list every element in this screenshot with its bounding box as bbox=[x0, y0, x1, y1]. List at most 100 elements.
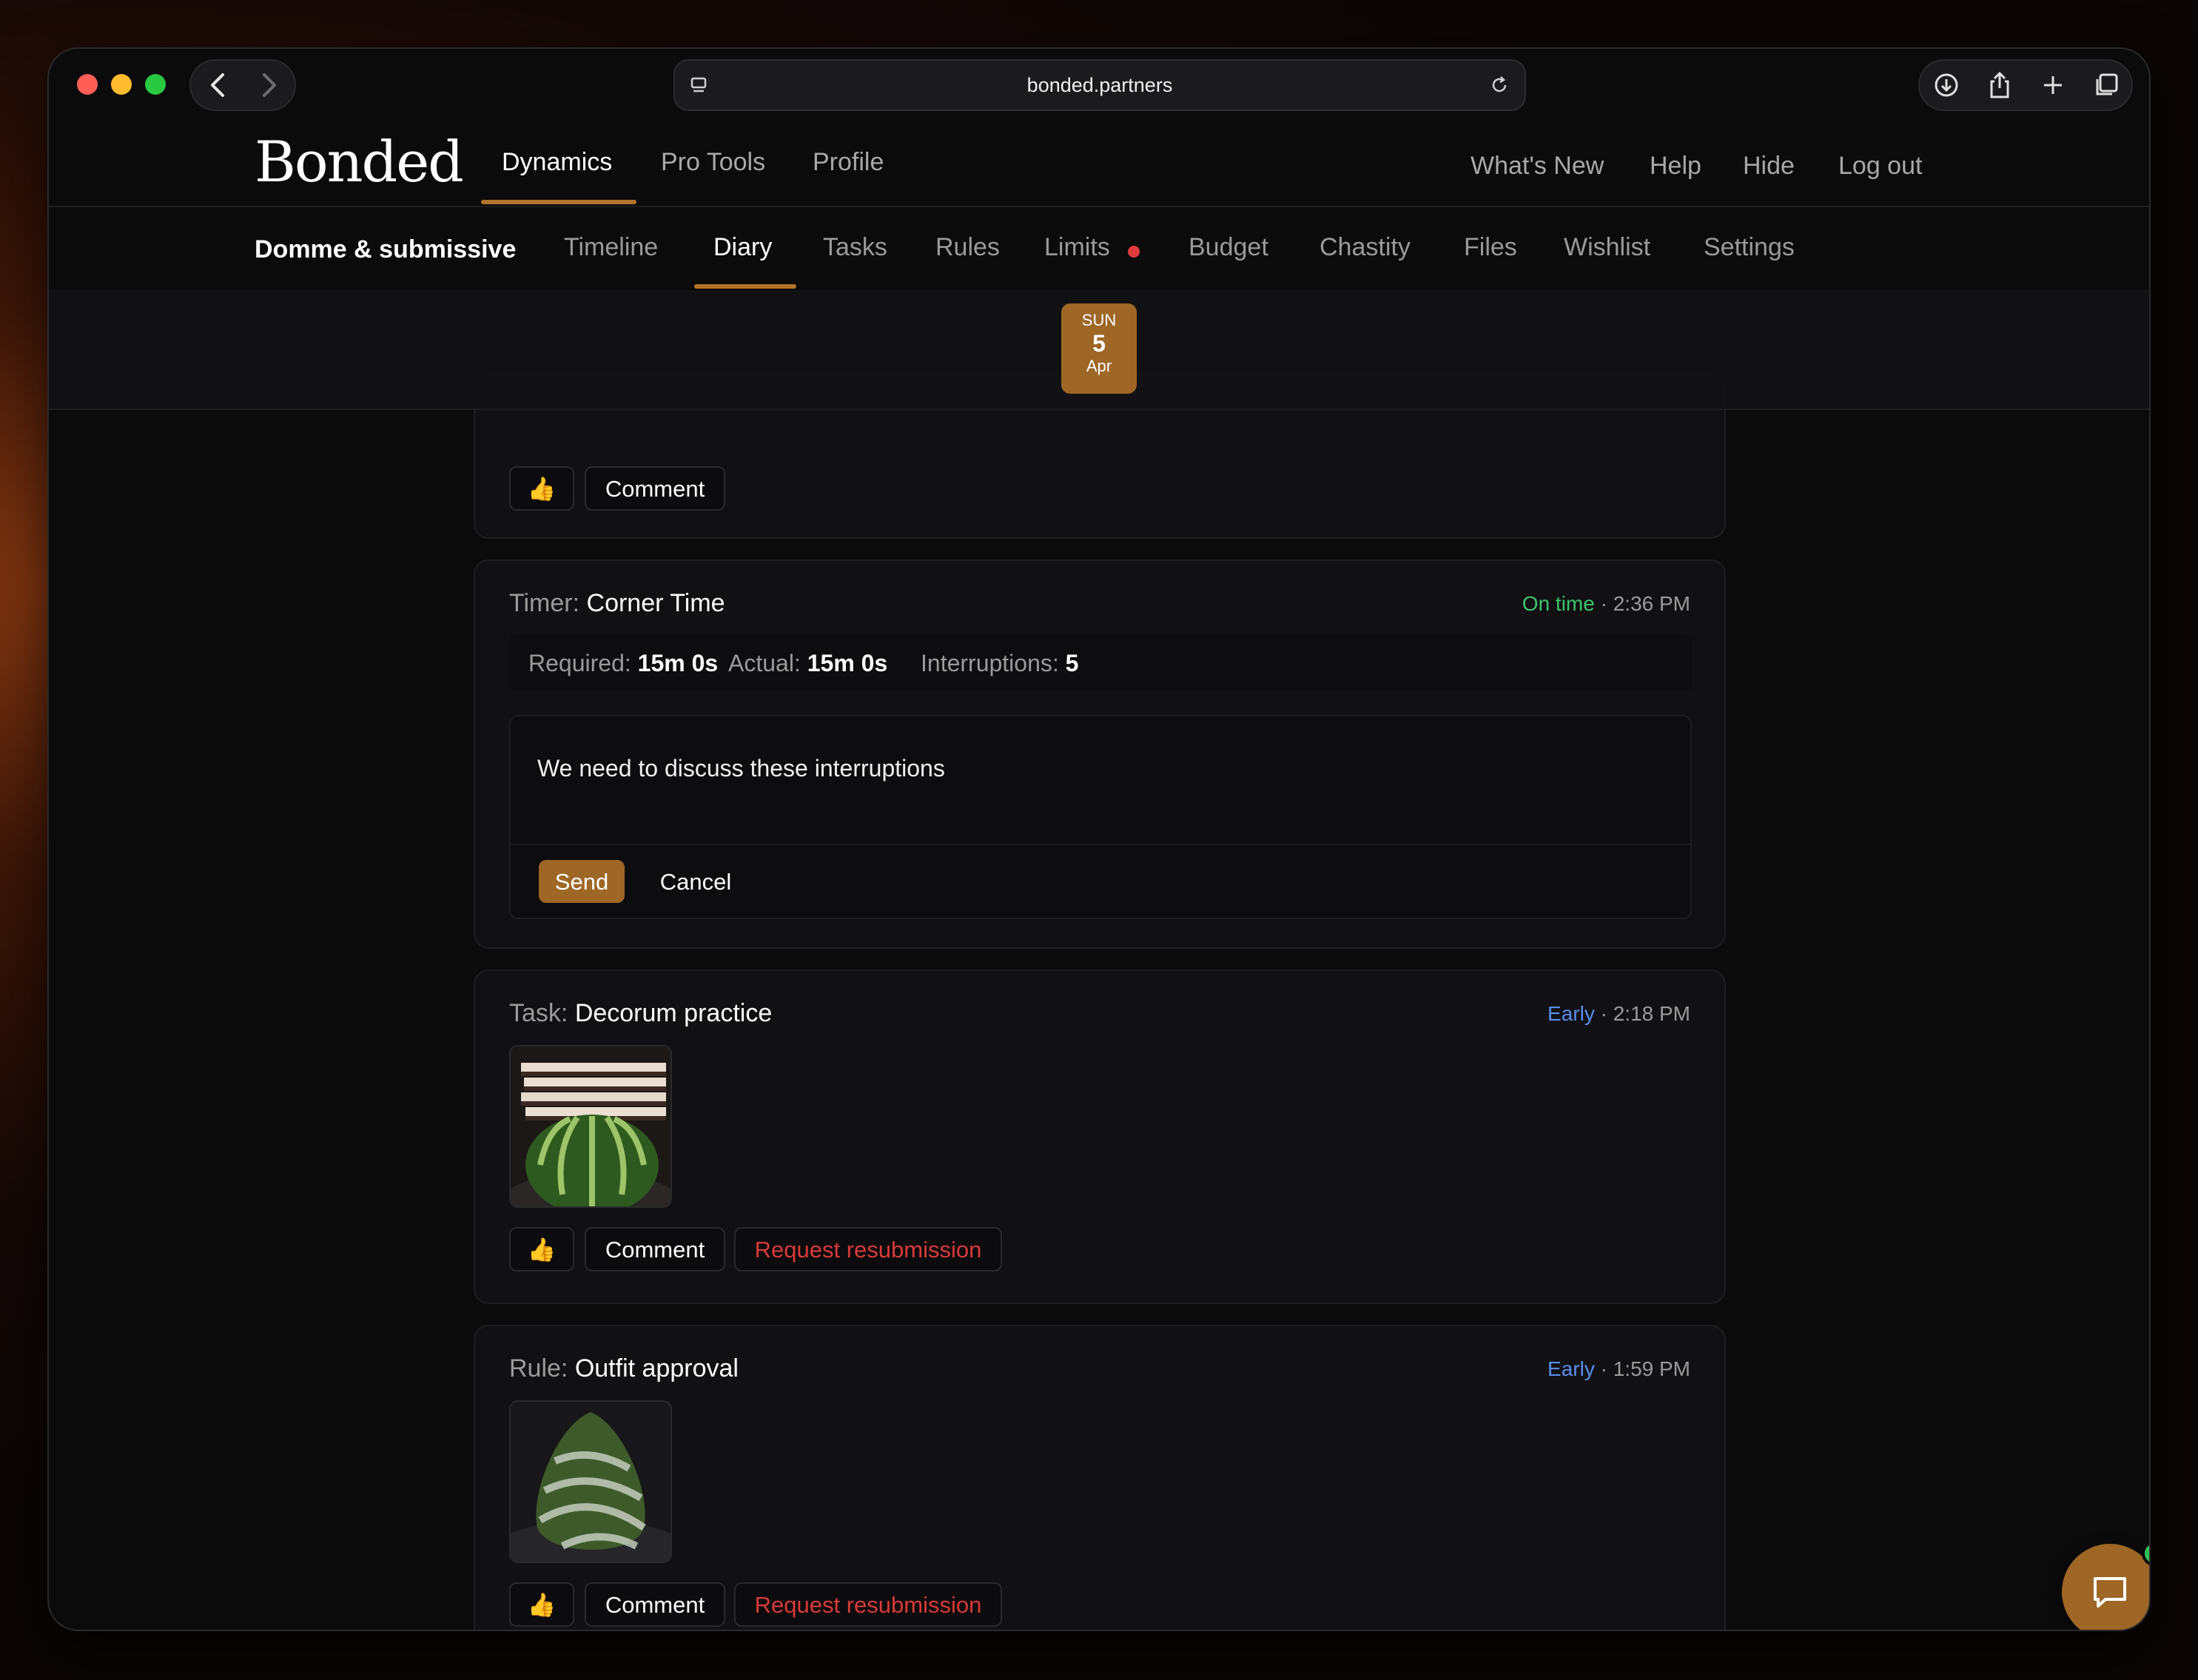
nav-dynamics[interactable]: Dynamics bbox=[502, 123, 612, 206]
tab-overview-button[interactable] bbox=[2080, 61, 2133, 110]
comment-button[interactable]: Comment bbox=[585, 466, 725, 511]
entry-title: Timer: Corner Time bbox=[509, 589, 725, 618]
required-value: 15m 0s bbox=[637, 650, 719, 676]
required-label: Required: bbox=[528, 650, 631, 676]
tab-files[interactable]: Files bbox=[1464, 206, 1517, 290]
nav-help[interactable]: Help bbox=[1650, 123, 1701, 206]
download-icon bbox=[1935, 73, 1958, 97]
send-button[interactable]: Send bbox=[539, 860, 625, 903]
address-bar[interactable]: bonded.partners bbox=[673, 59, 1526, 111]
download-button[interactable] bbox=[1920, 61, 1973, 110]
nav-pro-tools[interactable]: Pro Tools bbox=[661, 123, 765, 206]
entry-time: · 1:59 PM bbox=[1600, 1357, 1690, 1380]
like-button[interactable]: 👍 bbox=[509, 1227, 574, 1271]
close-window-button[interactable] bbox=[77, 74, 98, 95]
request-resubmission-button[interactable]: Request resubmission bbox=[734, 1582, 1002, 1627]
entry-title: Task: Decorum practice bbox=[509, 999, 772, 1028]
chat-button[interactable] bbox=[2062, 1544, 2149, 1630]
tab-diary[interactable]: Diary bbox=[713, 206, 772, 290]
comment-editor: We need to discuss these interruptions S… bbox=[509, 715, 1692, 919]
tab-rules[interactable]: Rules bbox=[935, 206, 1000, 290]
entry-name[interactable]: Outfit approval bbox=[575, 1354, 739, 1382]
primary-navbar: Bonded Dynamics Pro Tools Profile What's… bbox=[49, 123, 2149, 207]
status-badge: Early bbox=[1547, 1002, 1595, 1025]
interruptions-stat: Interruptions: 5 bbox=[921, 635, 1078, 691]
active-tab-indicator bbox=[694, 284, 796, 289]
entry-name[interactable]: Decorum practice bbox=[575, 999, 772, 1027]
dynamic-subnav: Domme & submissive Timeline Diary Tasks … bbox=[49, 206, 2149, 292]
entry-time: · 2:36 PM bbox=[1600, 592, 1690, 615]
actual-label: Actual: bbox=[728, 650, 801, 676]
nav-hide[interactable]: Hide bbox=[1743, 123, 1795, 206]
date-chip[interactable]: SUN 5 Apr bbox=[1061, 303, 1137, 394]
tab-budget[interactable]: Budget bbox=[1189, 206, 1268, 290]
date-day: 5 bbox=[1092, 330, 1106, 357]
entry-meta: Early · 1:59 PM bbox=[1547, 1357, 1690, 1381]
timer-entry-card: Timer: Corner Time On time · 2:36 PM Req… bbox=[474, 560, 1726, 949]
forward-button[interactable] bbox=[243, 61, 296, 110]
like-button[interactable]: 👍 bbox=[509, 466, 574, 511]
nav-profile[interactable]: Profile bbox=[813, 123, 884, 206]
actual-stat: Actual: 15m 0s bbox=[728, 635, 887, 691]
interruptions-label: Interruptions: bbox=[921, 650, 1059, 676]
thumbs-up-icon: 👍 bbox=[527, 1237, 557, 1263]
entry-time: · 2:18 PM bbox=[1600, 1002, 1690, 1025]
entry-meta: Early · 2:18 PM bbox=[1547, 1002, 1690, 1026]
entry-title: Rule: Outfit approval bbox=[509, 1354, 739, 1383]
comment-divider bbox=[511, 844, 1690, 845]
tab-limits[interactable]: Limits bbox=[1044, 206, 1110, 290]
reload-icon[interactable] bbox=[1489, 61, 1510, 110]
minimize-window-button[interactable] bbox=[111, 74, 132, 95]
back-button[interactable] bbox=[191, 61, 244, 110]
date-strip: SUN 5 Apr bbox=[49, 290, 2149, 410]
entry-meta: On time · 2:36 PM bbox=[1522, 592, 1690, 616]
rule-entry-card: Rule: Outfit approval Early · 1:59 PM 👍 … bbox=[474, 1325, 1726, 1630]
tab-tasks[interactable]: Tasks bbox=[823, 206, 887, 290]
status-badge: On time bbox=[1522, 592, 1595, 615]
nav-log-out[interactable]: Log out bbox=[1838, 123, 1922, 206]
entry-type: Task: bbox=[509, 999, 568, 1027]
nav-whats-new[interactable]: What's New bbox=[1471, 123, 1604, 206]
required-stat: Required: 15m 0s bbox=[528, 635, 718, 691]
interruptions-value: 5 bbox=[1065, 650, 1079, 676]
tab-settings[interactable]: Settings bbox=[1704, 206, 1795, 290]
maximize-window-button[interactable] bbox=[145, 74, 166, 95]
thumbs-up-icon: 👍 bbox=[527, 476, 557, 502]
tab-timeline[interactable]: Timeline bbox=[564, 206, 658, 290]
entry-name[interactable]: Corner Time bbox=[587, 589, 725, 617]
history-nav bbox=[189, 59, 296, 111]
chat-icon bbox=[2094, 1577, 2126, 1607]
comment-button[interactable]: Comment bbox=[585, 1582, 725, 1627]
logo[interactable]: Bonded bbox=[255, 129, 464, 195]
dynamic-name[interactable]: Domme & submissive bbox=[255, 206, 516, 290]
date-weekday: SUN bbox=[1081, 311, 1117, 329]
status-badge: Early bbox=[1547, 1357, 1595, 1380]
new-tab-button[interactable] bbox=[2026, 61, 2080, 110]
cancel-button[interactable]: Cancel bbox=[644, 860, 747, 903]
timer-stats: Required: 15m 0s Actual: 15m 0s Interrup… bbox=[509, 635, 1692, 691]
active-nav-indicator bbox=[481, 200, 636, 204]
back-icon bbox=[211, 73, 224, 97]
url-text[interactable]: bonded.partners bbox=[675, 61, 1525, 110]
browser-toolbar: bonded.partners bbox=[49, 49, 2149, 123]
browser-actions bbox=[1918, 59, 2133, 111]
thumbs-up-icon: 👍 bbox=[527, 1592, 557, 1618]
submission-photo[interactable] bbox=[509, 1400, 672, 1563]
share-button[interactable] bbox=[1973, 61, 2026, 110]
request-resubmission-button[interactable]: Request resubmission bbox=[734, 1227, 1002, 1271]
task-entry-card: Task: Decorum practice Early · 2:18 PM 👍… bbox=[474, 970, 1726, 1304]
tab-chastity[interactable]: Chastity bbox=[1320, 206, 1411, 290]
comment-input[interactable]: We need to discuss these interruptions bbox=[537, 755, 945, 782]
comment-button[interactable]: Comment bbox=[585, 1227, 725, 1271]
tab-wishlist[interactable]: Wishlist bbox=[1564, 206, 1650, 290]
tabs-icon bbox=[2096, 73, 2118, 95]
actual-value: 15m 0s bbox=[807, 650, 888, 676]
share-icon bbox=[1990, 71, 2009, 98]
site-header: Bonded Dynamics Pro Tools Profile What's… bbox=[49, 123, 2149, 292]
browser-window: bonded.partners Bonded Dynamics Pro Tool… bbox=[49, 49, 2149, 1630]
forward-icon bbox=[263, 73, 276, 97]
submission-photo[interactable] bbox=[509, 1045, 672, 1208]
like-button[interactable]: 👍 bbox=[509, 1582, 574, 1627]
new-tab-icon bbox=[2044, 76, 2062, 94]
entry-type: Rule: bbox=[509, 1354, 568, 1382]
